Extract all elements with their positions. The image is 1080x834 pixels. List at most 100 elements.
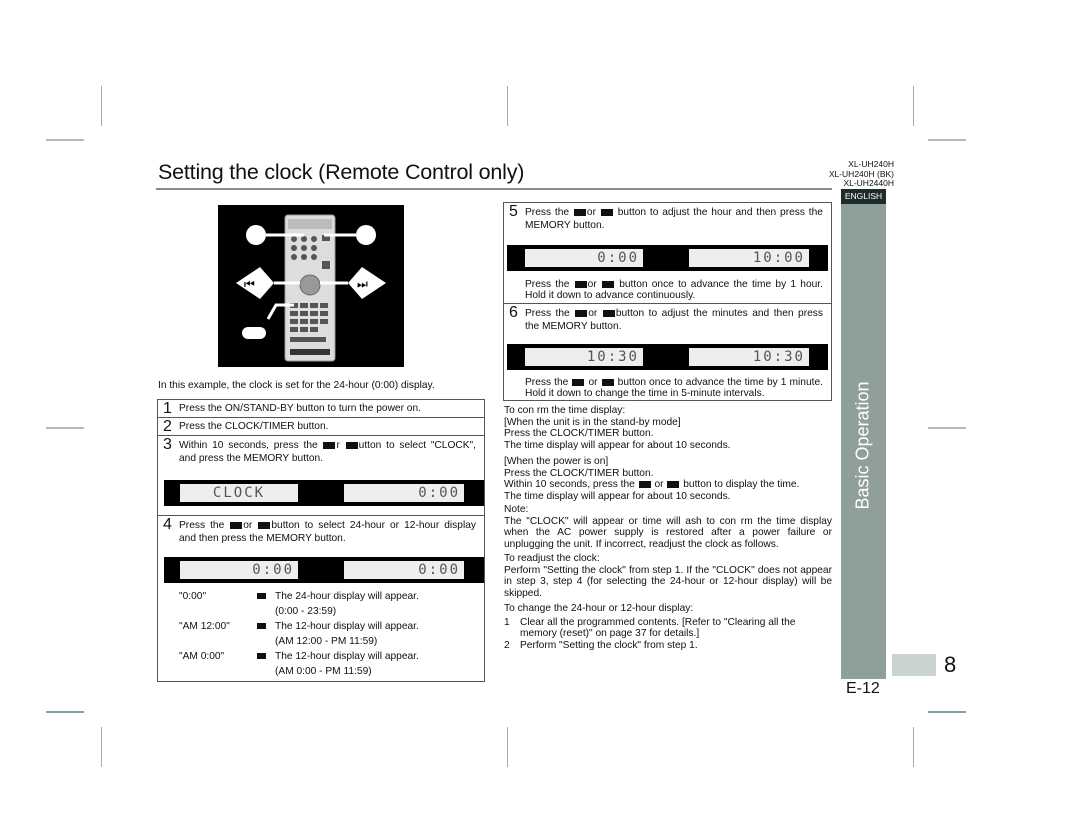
readjust-section: To readjust the clock: Perform "Setting …	[504, 553, 832, 599]
model-list: XL-UH240H XL-UH240H (BK) XL-UH2440H	[828, 159, 894, 189]
remote-dpad	[299, 274, 321, 296]
option-value: "0:00"	[179, 591, 207, 602]
step-text: Press the CLOCK/TIMER button.	[179, 421, 329, 432]
step-text-part: or	[586, 207, 596, 218]
right-steps-box: 5 Press the or button to adjust the hour…	[503, 202, 832, 401]
page-title: Setting the clock (Remote Control only)	[158, 160, 525, 184]
preset-down-button-icon	[575, 309, 588, 317]
step-text: Within 10 seconds, press the r utton to …	[179, 440, 476, 465]
step-4: 4 Press the or button to select 24-hour …	[158, 516, 484, 681]
preset-down-button-icon	[572, 378, 585, 386]
preset-down-button-icon	[638, 480, 651, 488]
remote-control-figure: ⏮ ⏭	[218, 205, 404, 367]
svg-text:⏭: ⏭	[357, 277, 368, 291]
preset-up-button-icon	[601, 378, 614, 386]
left-steps-box: 1 Press the ON/STAND-BY button to turn t…	[157, 399, 485, 682]
step-5: 5 Press the or button to adjust the hour…	[504, 203, 831, 304]
step-note-part: button once to advance the time by 1 min…	[525, 377, 823, 399]
remote-top-buttons	[288, 219, 332, 229]
note-section: Note: The "CLOCK" will appear or time wi…	[504, 504, 832, 550]
preset-up-button-icon	[258, 521, 271, 529]
confirm-power-heading: [When the power is on]	[504, 456, 609, 467]
memory-button-callout	[246, 225, 266, 245]
step-number: 6	[509, 304, 518, 321]
step-text-part: Press the	[525, 308, 570, 319]
option-desc: The 24-hour display will appear.	[275, 591, 419, 602]
crop-mark	[928, 139, 966, 141]
change-item: 2 Perform "Setting the clock" from step …	[504, 640, 832, 652]
svg-text:⏮: ⏮	[244, 277, 255, 291]
step-text-part: or	[243, 520, 253, 531]
crop-mark	[928, 711, 966, 713]
step-3: 3 Within 10 seconds, press the r utton t…	[158, 436, 484, 516]
note-heading: Note:	[504, 504, 529, 515]
display-options-table: "0:00" The 24-hour display will appear. …	[179, 589, 479, 679]
crop-mark	[46, 711, 84, 713]
title-divider	[156, 188, 832, 190]
confirm-text: Press the CLOCK/TIMER button.	[504, 428, 654, 439]
step-number: 3	[163, 436, 172, 453]
option-range: (AM 0:00 - PM 11:59)	[275, 666, 372, 677]
figure-caption: In this example, the clock is set for th…	[158, 380, 435, 391]
step-2: 2 Press the CLOCK/TIMER button.	[158, 418, 484, 436]
change-item-number: 2	[504, 639, 510, 651]
lcd-display-strip: 0:00 10:00	[507, 245, 828, 271]
step-text-part: Press the	[525, 207, 570, 218]
lcd-display: 10:30	[525, 348, 643, 366]
step-note: Press the or button once to advance the …	[525, 279, 823, 301]
step-note-part: button once to advance the time by 1 hou…	[525, 279, 823, 301]
step-note-part: Press the	[525, 279, 570, 290]
crop-mark	[101, 727, 102, 767]
table-row: "AM 0:00" The 12-hour display will appea…	[179, 649, 479, 664]
crop-mark	[507, 727, 508, 767]
step-note-part: or	[587, 279, 597, 290]
step-text-part: button to adjust the minutes and then pr…	[525, 308, 823, 332]
option-desc: The 12-hour display will appear.	[275, 621, 419, 632]
preset-down-callout	[236, 267, 274, 299]
step-note-part: or	[588, 377, 598, 388]
crop-mark	[101, 86, 102, 126]
option-value: "AM 0:00"	[179, 651, 225, 662]
preset-down-button-icon	[574, 280, 587, 288]
change-display-section: To change the 24-hour or 12-hour display…	[504, 603, 832, 651]
lcd-display: CLOCK	[180, 484, 298, 502]
confirm-text-part: Within 10 seconds, press the	[504, 479, 635, 490]
step-number: 1	[163, 400, 172, 417]
readjust-body: Perform "Setting the clock" from step 1.…	[504, 564, 832, 599]
step-1: 1 Press the ON/STAND-BY button to turn t…	[158, 400, 484, 418]
step-text-part: or	[588, 308, 598, 319]
confirm-heading: To con rm the time display:	[504, 405, 626, 416]
change-item-text: Clear all the programmed contents. [Refe…	[520, 616, 796, 640]
confirm-text-part: button to display the time.	[683, 479, 800, 490]
note-body: The "CLOCK" will appear or time will ash…	[504, 515, 832, 550]
arrow-icon	[257, 653, 266, 659]
preset-down-button-icon	[323, 441, 336, 449]
step-text-part: Within 10 seconds, press the	[179, 440, 318, 451]
preset-up-button-icon	[602, 309, 615, 317]
change-item-number: 1	[504, 616, 510, 628]
step-text: Press the ON/STAND-BY button to turn the…	[179, 403, 421, 414]
step-note: Press the or button once to advance the …	[525, 377, 823, 399]
table-row: (AM 12:00 - PM 11:59)	[179, 634, 479, 649]
preset-down-button-icon	[230, 521, 243, 529]
page-number: 8	[944, 652, 957, 677]
remote-illustration: ⏮ ⏭	[236, 214, 386, 362]
section-tab-label: Basic Operation	[841, 380, 886, 510]
step-number: 5	[509, 203, 518, 220]
crop-mark	[928, 427, 966, 429]
change-item-text: Perform "Setting the clock" from step 1.	[520, 639, 698, 651]
step-text-part: r	[336, 440, 340, 451]
lcd-display: 0:00	[525, 249, 643, 267]
table-row: (0:00 - 23:59)	[179, 604, 479, 619]
step-text-part: Press the	[179, 520, 225, 531]
lcd-display-strip: 0:00 0:00	[164, 557, 484, 583]
document-page-number: E-12	[846, 680, 880, 697]
change-heading: To change the 24-hour or 12-hour display…	[504, 603, 694, 614]
clock-timer-button-callout	[242, 327, 266, 339]
language-tab: ENGLISH	[841, 189, 886, 204]
step-text: Press the or button to select 24-hour or…	[179, 520, 476, 545]
confirm-text-part: or	[654, 479, 664, 490]
arrow-icon	[257, 623, 266, 629]
confirm-text: Press the CLOCK/TIMER button.	[504, 467, 654, 479]
option-value: "AM 12:00"	[179, 621, 230, 632]
